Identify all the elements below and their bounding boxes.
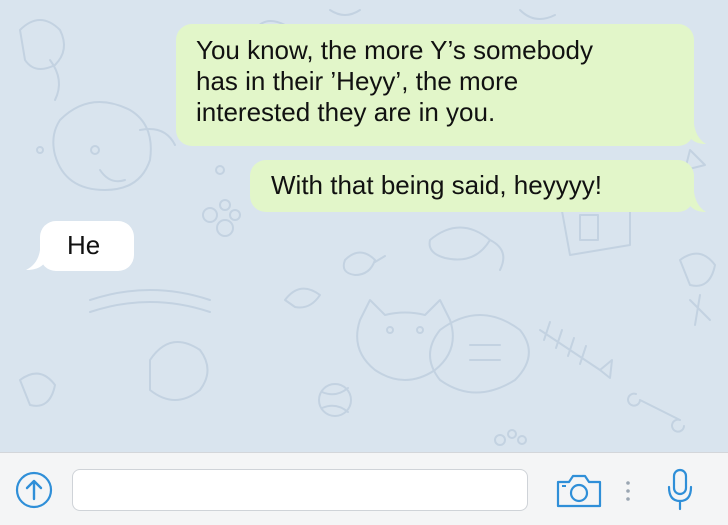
more-options-button[interactable]	[622, 479, 634, 503]
message-bubble-incoming[interactable]: He	[40, 221, 134, 271]
message-input-box[interactable]	[72, 469, 528, 511]
message-line: With that being said, heyyyy!	[271, 170, 602, 200]
arrow-up-circle-icon	[15, 471, 53, 509]
bubble-tail	[688, 192, 706, 212]
camera-button[interactable]	[554, 473, 604, 509]
attach-button[interactable]	[14, 470, 54, 510]
message-line: interested they are in you.	[196, 97, 496, 127]
message-composer	[0, 452, 728, 525]
message-bubble-outgoing[interactable]: You know, the more Y’s somebody has in t…	[176, 24, 694, 146]
bubble-tail	[26, 250, 46, 270]
camera-icon	[556, 474, 602, 508]
microphone-icon	[667, 468, 693, 511]
message-line: has in their ’Heyy’, the more	[196, 66, 519, 96]
message-line: He	[67, 230, 101, 260]
voice-message-button[interactable]	[664, 467, 696, 513]
message-input[interactable]	[73, 470, 527, 510]
chat-area: You know, the more Y’s somebody has in t…	[0, 0, 728, 452]
bubble-tail	[688, 124, 706, 144]
vertical-dots-icon	[626, 481, 630, 501]
message-line: You know, the more Y’s somebody	[196, 35, 593, 65]
message-bubble-outgoing[interactable]: With that being said, heyyyy!	[250, 160, 694, 212]
